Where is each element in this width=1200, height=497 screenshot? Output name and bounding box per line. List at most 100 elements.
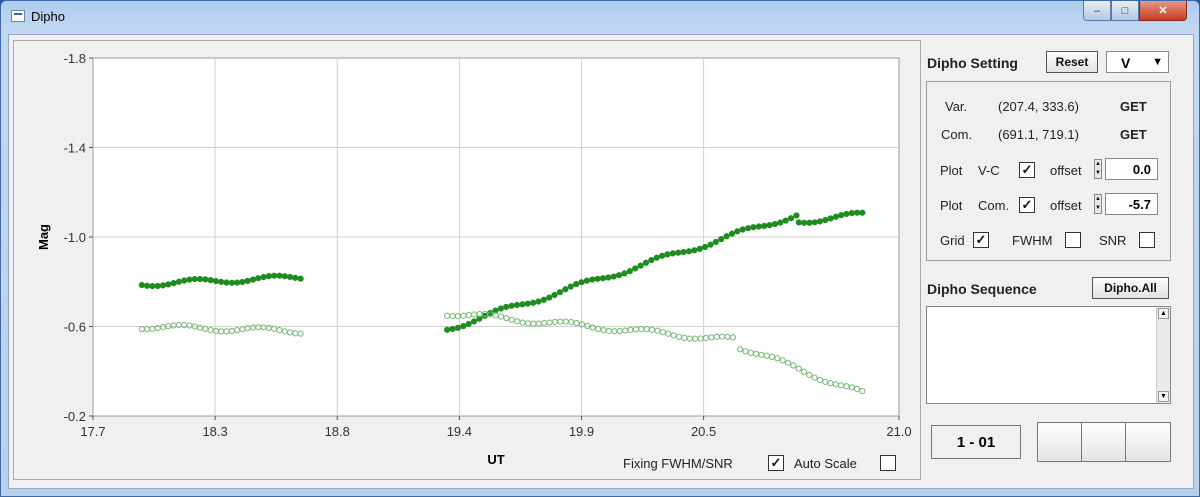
vc-point — [827, 215, 834, 222]
vc-point — [265, 273, 272, 280]
vc-point — [594, 275, 601, 282]
vc-point — [260, 273, 267, 281]
y-tick-label: -0.6 — [64, 320, 86, 335]
vc-point — [755, 223, 762, 230]
var-coord: (207.4, 333.6) — [998, 99, 1079, 114]
vc-label: V-C — [978, 163, 1000, 178]
vc-point — [637, 262, 644, 269]
vc-point — [658, 252, 666, 259]
chevron-down-icon: ▼ — [1152, 56, 1163, 68]
nav-button-2[interactable] — [1081, 422, 1127, 462]
vc-point — [795, 219, 802, 226]
vc-point — [832, 213, 840, 220]
dipho-sequence-title: Dipho Sequence — [927, 281, 1037, 297]
com-get-button[interactable]: GET — [1120, 127, 1147, 142]
vc-point — [707, 241, 714, 248]
vc-point — [292, 274, 299, 281]
x-tick-label: 19.4 — [447, 424, 472, 439]
plot-vc-label: Plot — [940, 163, 963, 178]
vc-point — [186, 276, 193, 283]
maximize-button[interactable]: □ — [1111, 1, 1139, 21]
snr-checkbox[interactable] — [1139, 232, 1155, 248]
vc-point — [685, 248, 693, 255]
grid-label: Grid — [940, 233, 965, 248]
close-button[interactable]: ✕ — [1139, 1, 1187, 21]
vc-point — [297, 275, 304, 282]
scroll-up-icon[interactable]: ▲ — [1158, 308, 1169, 319]
window-title: Dipho — [31, 9, 65, 24]
chart[interactable]: 17.7 18.3 18.8 19.4 19.9 20.5 21.0 -1.8 -1.4 -1.0… — [14, 41, 920, 479]
vc-point — [782, 217, 789, 224]
vc-point — [811, 219, 818, 226]
vc-point — [691, 247, 698, 254]
com-coord: (691.1, 719.1) — [998, 127, 1079, 142]
vc-point — [513, 301, 521, 309]
plot-vc-checkbox[interactable]: ✓ — [1019, 162, 1035, 178]
vc-point — [648, 256, 655, 264]
vc-point — [556, 289, 564, 296]
vc-point — [777, 219, 784, 226]
vc-point — [460, 323, 467, 330]
y-axis-label: Mag — [36, 224, 51, 250]
plot-panel: 17.7 18.3 18.8 19.4 19.9 20.5 21.0 -1.8 -1.4 -1.0… — [13, 40, 921, 480]
dipho-all-button[interactable]: Dipho.All — [1092, 277, 1169, 299]
scroll-down-icon[interactable]: ▼ — [1158, 391, 1169, 402]
vc-point — [138, 281, 145, 289]
vc-point — [454, 324, 461, 331]
vc-point — [843, 210, 850, 218]
vc-point — [728, 230, 736, 237]
vc-point — [822, 216, 829, 224]
grid-checkbox[interactable]: ✓ — [973, 232, 989, 248]
sequence-list[interactable]: ▲ ▼ — [926, 306, 1171, 404]
sequence-scrollbar[interactable]: ▲ ▼ — [1156, 307, 1170, 403]
vc-point — [470, 318, 478, 325]
vc-point — [159, 282, 167, 289]
auto-scale-checkbox[interactable] — [880, 455, 896, 471]
vc-point — [578, 279, 585, 286]
vc-point — [551, 291, 558, 299]
plot-com-label: Plot — [940, 198, 963, 213]
app-icon — [11, 10, 25, 22]
vc-point — [621, 270, 628, 277]
vc-point — [567, 283, 574, 290]
offset-com-spinner[interactable]: ▲ ▼ — [1094, 194, 1102, 214]
vc-point — [642, 259, 650, 266]
vc-point — [503, 303, 510, 311]
vc-point — [286, 273, 294, 281]
vc-point — [615, 272, 623, 279]
vc-point — [244, 277, 251, 284]
vc-point — [276, 272, 283, 279]
fwhm-checkbox[interactable] — [1065, 232, 1081, 248]
plot-com-checkbox[interactable]: ✓ — [1019, 197, 1035, 213]
offset-vc-input[interactable]: 0.0 — [1105, 158, 1158, 180]
minimize-button[interactable]: – — [1083, 1, 1111, 21]
y-tick-label: -1.4 — [64, 141, 86, 156]
var-get-button[interactable]: GET — [1120, 99, 1147, 114]
x-tick-label: 17.7 — [80, 424, 105, 439]
nav-button-1[interactable] — [1037, 422, 1083, 462]
x-tick-label: 21.0 — [886, 424, 911, 439]
fixing-fwhm-snr-checkbox[interactable]: ✓ — [768, 455, 784, 471]
vc-point — [497, 305, 504, 312]
vc-point — [744, 225, 752, 232]
vc-point — [170, 280, 177, 287]
vc-point — [787, 215, 795, 222]
var-label: Var. — [945, 99, 968, 114]
title-bar[interactable]: Dipho – □ ✕ — [1, 1, 1199, 33]
vc-point — [196, 275, 204, 283]
offset-vc-spinner[interactable]: ▲ ▼ — [1094, 159, 1102, 179]
vc-point — [165, 281, 172, 288]
vc-point — [175, 278, 182, 285]
filter-select-value: V — [1121, 55, 1131, 71]
filter-select[interactable]: V ▼ — [1106, 51, 1169, 73]
reset-button[interactable]: Reset — [1046, 51, 1098, 73]
x-tick-label: 18.8 — [325, 424, 350, 439]
nav-button-3[interactable] — [1125, 422, 1171, 462]
vc-point — [816, 218, 824, 225]
vc-point — [519, 301, 526, 308]
vc-point — [771, 220, 779, 228]
vc-point — [610, 273, 617, 280]
vc-point — [444, 326, 451, 333]
vc-point — [734, 228, 741, 235]
offset-com-input[interactable]: -5.7 — [1105, 193, 1158, 215]
